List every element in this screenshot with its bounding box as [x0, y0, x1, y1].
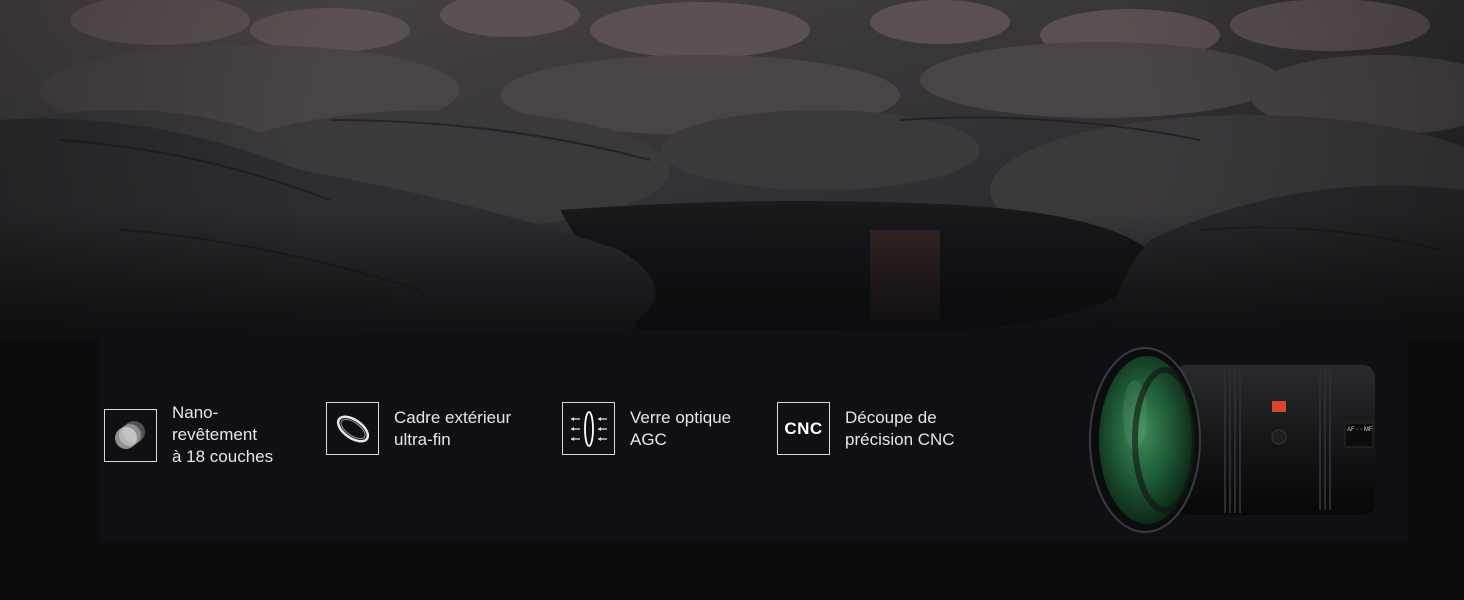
nano-coating-icon	[104, 408, 157, 462]
thin-frame-ring-icon	[326, 402, 379, 455]
feature-optical-glass: Verre optique AGC	[562, 402, 731, 455]
optical-glass-icon	[562, 402, 615, 455]
feature-label: Découpe de précision CNC	[845, 407, 955, 449]
cnc-icon: CNC	[777, 402, 830, 455]
feature-label: Nano- revêtement à 18 couches	[172, 403, 274, 466]
lens-mode-label: AF ◦ ◦ MF	[1347, 427, 1373, 433]
feature-nano-coating: Nano- revêtement à 18 couches	[104, 402, 273, 468]
feature-thin-frame: Cadre extérieur ultra-fin	[326, 402, 511, 455]
lens-red-button	[1272, 401, 1286, 412]
camera-lens-with-filter-image: AF ◦ ◦ MF	[1089, 347, 1375, 533]
feature-cnc: CNC Découpe de précision CNC	[777, 402, 955, 455]
cnc-icon-text: CNC	[784, 418, 823, 438]
feature-label: Cadre extérieur ultra-fin	[394, 407, 512, 449]
feature-label: Verre optique AGC	[630, 407, 732, 449]
